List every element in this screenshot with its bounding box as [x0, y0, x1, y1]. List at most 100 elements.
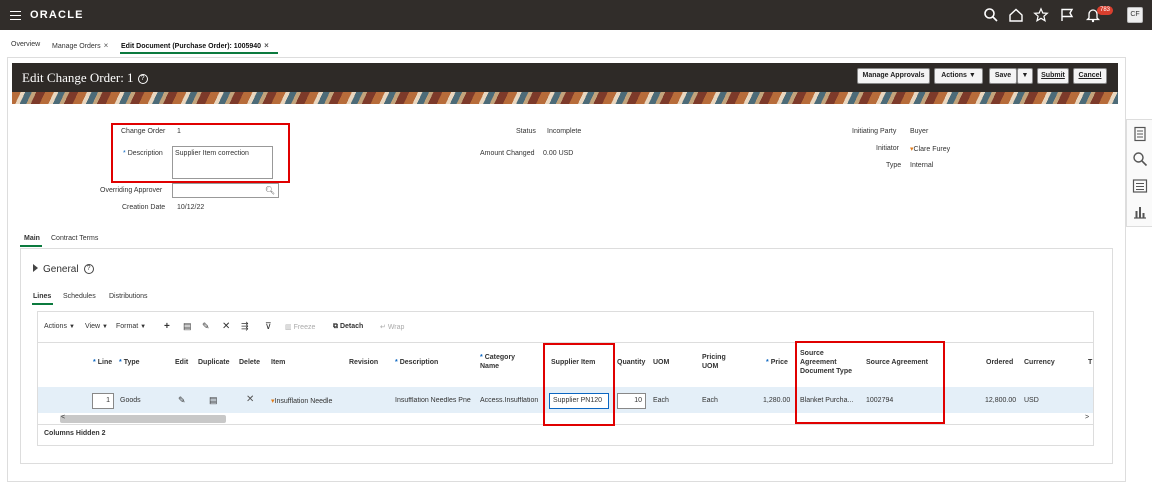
dropdown-caret-icon: ▼	[1021, 72, 1029, 79]
search-icon[interactable]	[1132, 151, 1148, 167]
initiating-party-label: Initiating Party	[852, 128, 897, 135]
tab-manage-orders[interactable]: Manage Orders ×	[52, 41, 108, 50]
add-multiple-rows-icon[interactable]: ▤	[183, 321, 192, 332]
flag-icon[interactable]	[1059, 7, 1075, 23]
actions-menu-button[interactable]: Actions ▼	[934, 68, 983, 84]
delete-x-icon[interactable]: ✕	[222, 321, 230, 332]
tab-lines[interactable]: Lines	[33, 293, 51, 300]
column-header-pricing-uom[interactable]: Pricing UOM	[702, 353, 726, 371]
expand-triangle-icon	[33, 264, 38, 272]
column-header-price[interactable]: * Price	[766, 358, 788, 367]
quantity-input[interactable]: 10	[617, 393, 646, 409]
split-icon[interactable]: ⇶	[241, 321, 249, 332]
edit-pencil-icon[interactable]: ✎	[178, 395, 186, 406]
dropdown-caret-icon: ▼	[140, 324, 147, 330]
tab-label: Edit Document (Purchase Order): 1005940	[121, 43, 262, 50]
row-item[interactable]: ▾Insufflation Needle	[271, 397, 332, 405]
delete-x-icon[interactable]: ✕	[246, 394, 254, 405]
tab-overview[interactable]: Overview	[11, 41, 40, 48]
page-title: Edit Change Order: 1?	[22, 70, 148, 86]
document-icon[interactable]	[1132, 126, 1148, 142]
user-avatar[interactable]: CF	[1127, 7, 1143, 23]
search-icon[interactable]: 🔍︎	[265, 186, 275, 195]
column-header-edit: Edit	[175, 359, 189, 366]
row-currency: USD	[1024, 397, 1039, 404]
column-label: Pricing	[702, 354, 726, 361]
required-asterisk: *	[480, 354, 483, 361]
scroll-left-icon[interactable]: <	[61, 414, 65, 421]
column-label: Line	[97, 359, 113, 366]
required-asterisk: *	[93, 359, 96, 366]
actions-label: Actions	[941, 72, 967, 79]
page-header: Edit Change Order: 1? Manage Approvals A…	[12, 63, 1118, 104]
edit-pencil-icon[interactable]: ✎	[202, 321, 210, 332]
dropdown-caret-icon: ▼	[968, 72, 976, 79]
column-header-currency[interactable]: Currency	[1024, 358, 1055, 367]
column-header-type[interactable]: * Type	[119, 358, 140, 367]
add-icon[interactable]: +	[164, 321, 170, 332]
save-button[interactable]: Save	[989, 68, 1017, 84]
tab-schedules[interactable]: Schedules	[63, 293, 96, 300]
columns-hidden-label: Columns Hidden	[44, 430, 100, 437]
header-decorative-pattern	[12, 92, 1118, 104]
actions-label: Actions	[44, 323, 67, 330]
column-header-revision[interactable]: Revision	[349, 358, 378, 367]
cancel-button[interactable]: Cancel	[1073, 68, 1107, 84]
column-header-item[interactable]: Item	[271, 358, 285, 367]
column-header-ordered[interactable]: Ordered	[986, 358, 1013, 367]
column-header-description[interactable]: * Description	[395, 358, 438, 367]
home-icon[interactable]	[1008, 7, 1024, 23]
wrap-button[interactable]: ↵ Wrap	[380, 323, 404, 331]
column-header-t[interactable]: T	[1088, 358, 1092, 367]
column-label: Name	[480, 363, 500, 370]
help-icon[interactable]: ?	[137, 74, 148, 84]
table-actions-menu[interactable]: Actions ▼	[44, 323, 75, 330]
column-header-line[interactable]: * Line	[93, 358, 112, 367]
filter-icon[interactable]: ⊽	[265, 321, 272, 332]
tab-distributions[interactable]: Distributions	[109, 293, 148, 300]
tab-contract-terms[interactable]: Contract Terms	[51, 235, 98, 242]
initiator-name: Clare Furey	[913, 146, 951, 153]
manage-approvals-button[interactable]: Manage Approvals	[857, 68, 930, 84]
column-header-quantity[interactable]: Quantity	[617, 358, 645, 367]
detach-icon: ⧉	[333, 323, 340, 330]
submit-button[interactable]: Submit	[1037, 68, 1069, 84]
initiating-party-value: Buyer	[910, 128, 929, 135]
freeze-button[interactable]: ▥ Freeze	[285, 323, 315, 331]
required-asterisk: *	[766, 359, 769, 366]
column-header-category-name[interactable]: * Category Name	[480, 353, 515, 371]
detach-button[interactable]: ⧉ Detach	[333, 323, 363, 331]
favorites-star-icon[interactable]	[1033, 7, 1049, 23]
general-section-toggle[interactable]: General?	[33, 264, 94, 275]
initiator-value[interactable]: ▾Clare Furey	[910, 145, 950, 153]
save-options-dropdown[interactable]: ▼	[1017, 68, 1033, 84]
table-format-menu[interactable]: Format ▼	[116, 323, 146, 330]
general-label: General	[43, 264, 79, 275]
table-view-menu[interactable]: View ▼	[85, 323, 108, 330]
close-icon[interactable]: ×	[104, 41, 109, 50]
row-item-text: Insufflation Needle	[274, 398, 333, 405]
list-icon[interactable]	[1132, 178, 1148, 194]
highlight-box-source-agreement	[795, 341, 945, 424]
overriding-approver-input[interactable]: 🔍︎	[172, 183, 279, 198]
tab-label: Manage Orders	[52, 43, 101, 50]
search-icon[interactable]	[983, 7, 999, 23]
scroll-right-icon[interactable]: >	[1085, 414, 1089, 421]
menu-icon[interactable]	[10, 8, 21, 22]
close-icon[interactable]: ×	[264, 41, 269, 50]
analytics-chart-icon[interactable]	[1132, 204, 1148, 220]
notifications-count-badge: 783	[1097, 6, 1114, 15]
duplicate-icon[interactable]: ▤	[209, 395, 218, 406]
tab-edit-document[interactable]: Edit Document (Purchase Order): 1005940 ×	[121, 41, 269, 50]
tab-main[interactable]: Main	[24, 235, 40, 242]
type-value: Internal	[910, 162, 934, 169]
status-value: Incomplete	[547, 128, 582, 135]
line-number-input[interactable]: 1	[92, 393, 114, 409]
help-icon[interactable]: ?	[83, 264, 94, 274]
oracle-logo[interactable]: ORACLE	[30, 9, 84, 21]
dropdown-caret-icon: ▼	[68, 324, 75, 330]
column-label: UOM	[702, 363, 719, 370]
freeze-label: Freeze	[293, 324, 316, 331]
horizontal-scrollbar[interactable]	[60, 415, 226, 423]
column-header-uom[interactable]: UOM	[653, 358, 669, 367]
